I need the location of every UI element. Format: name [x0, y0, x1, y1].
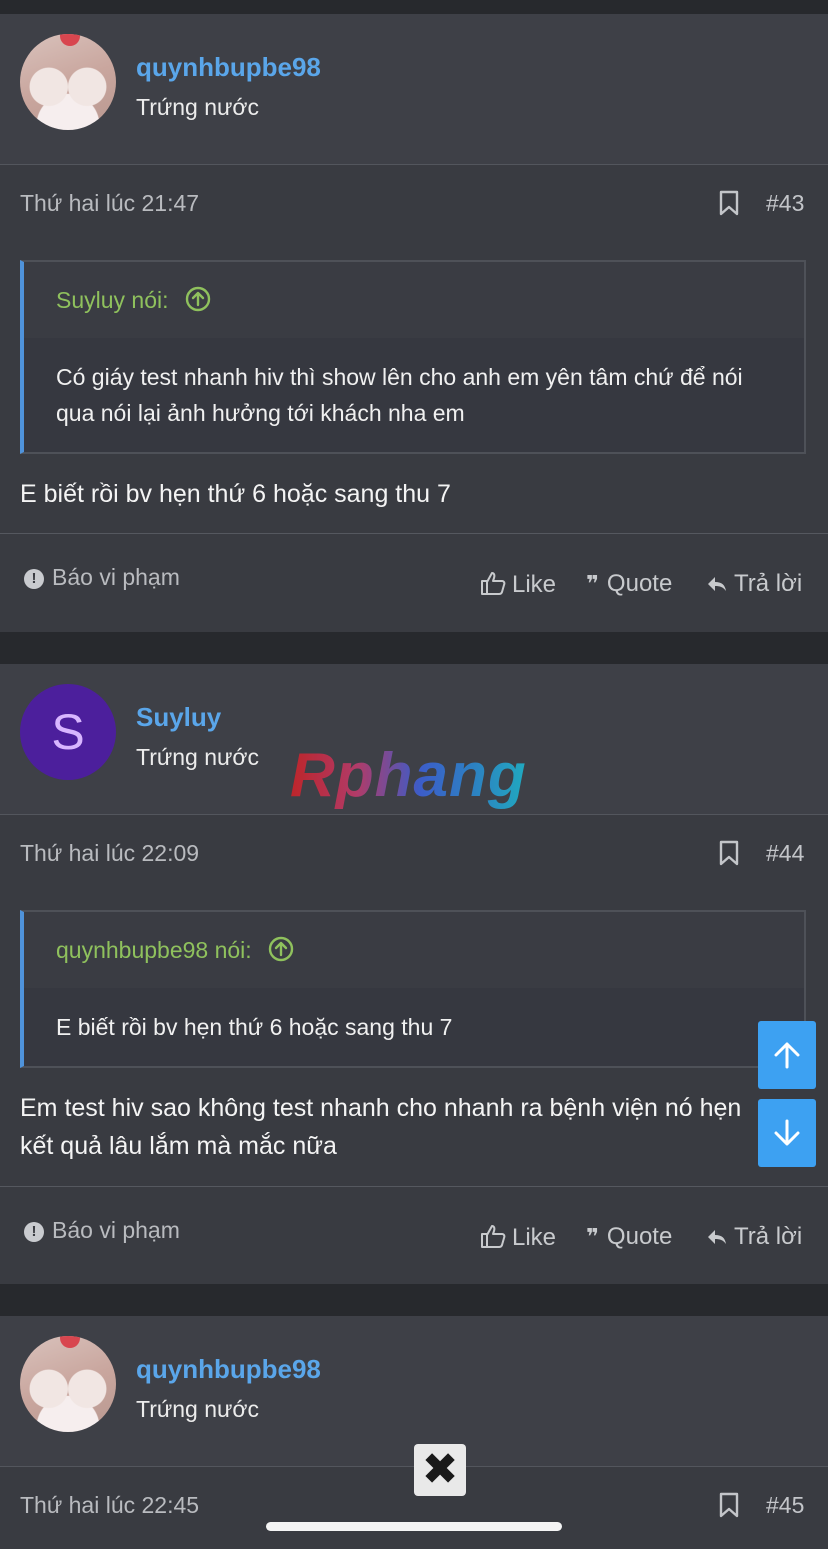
reply-arrow-icon — [708, 1230, 726, 1244]
close-icon: ✖ — [421, 1445, 459, 1494]
arrow-up-circle-icon[interactable] — [185, 286, 211, 312]
username[interactable]: quynhbupbe98 — [136, 52, 321, 83]
quote-button[interactable]: ❞ Quote — [586, 570, 672, 598]
arrow-up-icon — [774, 1042, 800, 1069]
quote-marks-icon: ❞ — [586, 1224, 599, 1249]
top-gap — [0, 0, 828, 14]
quote-author-label: Suyluy nói: — [56, 287, 169, 313]
quote-header: quynhbupbe98 nói: — [24, 912, 804, 988]
like-button[interactable]: Like — [480, 1223, 556, 1252]
report-button[interactable]: ! Báo vi phạm — [24, 564, 180, 591]
quote-text: E biết rồi bv hẹn thứ 6 hoặc sang thu 7 — [56, 1014, 453, 1040]
reply-button[interactable]: Trả lời — [706, 1223, 802, 1251]
watermark-logo: Rphang — [290, 741, 527, 810]
arrow-down-icon — [774, 1119, 800, 1146]
user-rank: Trứng nước — [136, 94, 259, 120]
post-43: quynhbupbe98 Trứng nước Thứ hai lúc 21:4… — [0, 14, 828, 632]
reply-label: Trả lời — [734, 570, 803, 597]
reply-button[interactable]: Trả lời — [706, 570, 802, 598]
quote-label: Quote — [606, 570, 673, 597]
like-button[interactable]: Like — [480, 570, 556, 599]
username[interactable]: Suyluy — [136, 702, 221, 733]
quote-block: quynhbupbe98 nói: E biết rồi bv hẹn thứ … — [20, 910, 806, 1068]
like-label: Like — [512, 1224, 557, 1251]
like-label: Like — [512, 571, 557, 598]
exclamation-circle-icon: ! — [24, 1222, 44, 1242]
exclamation-circle-icon: ! — [24, 569, 44, 589]
user-rank: Trứng nước — [136, 1396, 259, 1422]
avatar[interactable] — [20, 34, 116, 130]
quote-author-label: quynhbupbe98 nói: — [56, 937, 252, 963]
quote-author[interactable]: Suyluy nói: — [56, 286, 211, 314]
post-actions: ! Báo vi phạm Like ❞ Quote Trả lời — [0, 533, 828, 634]
thumbs-up-icon — [481, 1225, 506, 1248]
quote-block: Suyluy nói: Có giáy test nhanh hiv thì s… — [20, 260, 806, 454]
bookmark-icon[interactable] — [719, 190, 739, 216]
post-time[interactable]: Thứ hai lúc 22:09 — [20, 840, 199, 867]
post-number[interactable]: #45 — [766, 1492, 804, 1519]
post-text: E biết rồi bv hẹn thứ 6 hoặc sang thu 7 — [20, 480, 451, 508]
report-label: Báo vi phạm — [52, 1217, 180, 1243]
post-45: quynhbupbe98 Trứng nước Thứ hai lúc 22:4… — [0, 1316, 828, 1549]
quote-marks-icon: ❞ — [586, 571, 599, 596]
post-number[interactable]: #43 — [766, 190, 804, 217]
scroll-up-button[interactable] — [758, 1021, 816, 1089]
home-indicator[interactable] — [266, 1522, 562, 1531]
post-time[interactable]: Thứ hai lúc 22:45 — [20, 1492, 199, 1519]
bookmark-icon[interactable] — [719, 840, 739, 866]
post-number[interactable]: #44 — [766, 840, 804, 867]
quote-text: Có giáy test nhanh hiv thì show lên cho … — [56, 364, 743, 426]
quote-author[interactable]: quynhbupbe98 nói: — [56, 936, 294, 964]
post-time[interactable]: Thứ hai lúc 21:47 — [20, 190, 199, 217]
report-button[interactable]: ! Báo vi phạm — [24, 1217, 180, 1244]
user-rank: Trứng nước — [136, 744, 259, 770]
quote-button[interactable]: ❞ Quote — [586, 1223, 672, 1251]
reply-arrow-icon — [708, 577, 726, 591]
username[interactable]: quynhbupbe98 — [136, 1354, 321, 1385]
post-actions: ! Báo vi phạm Like ❞ Quote Trả lời — [0, 1186, 828, 1287]
scroll-down-button[interactable] — [758, 1099, 816, 1167]
post-text: Em test hiv sao không test nhanh cho nha… — [20, 1094, 742, 1160]
thumbs-up-icon — [481, 572, 506, 595]
report-label: Báo vi phạm — [52, 564, 180, 590]
reply-label: Trả lời — [734, 1223, 803, 1250]
quote-label: Quote — [606, 1223, 673, 1250]
post-header: quynhbupbe98 Trứng nước — [0, 14, 828, 165]
avatar[interactable] — [20, 1336, 116, 1432]
close-button[interactable]: ✖ — [414, 1444, 466, 1496]
bookmark-icon[interactable] — [719, 1492, 739, 1518]
arrow-up-circle-icon[interactable] — [268, 936, 294, 962]
avatar[interactable]: S — [20, 684, 116, 780]
quote-header: Suyluy nói: — [24, 262, 804, 338]
